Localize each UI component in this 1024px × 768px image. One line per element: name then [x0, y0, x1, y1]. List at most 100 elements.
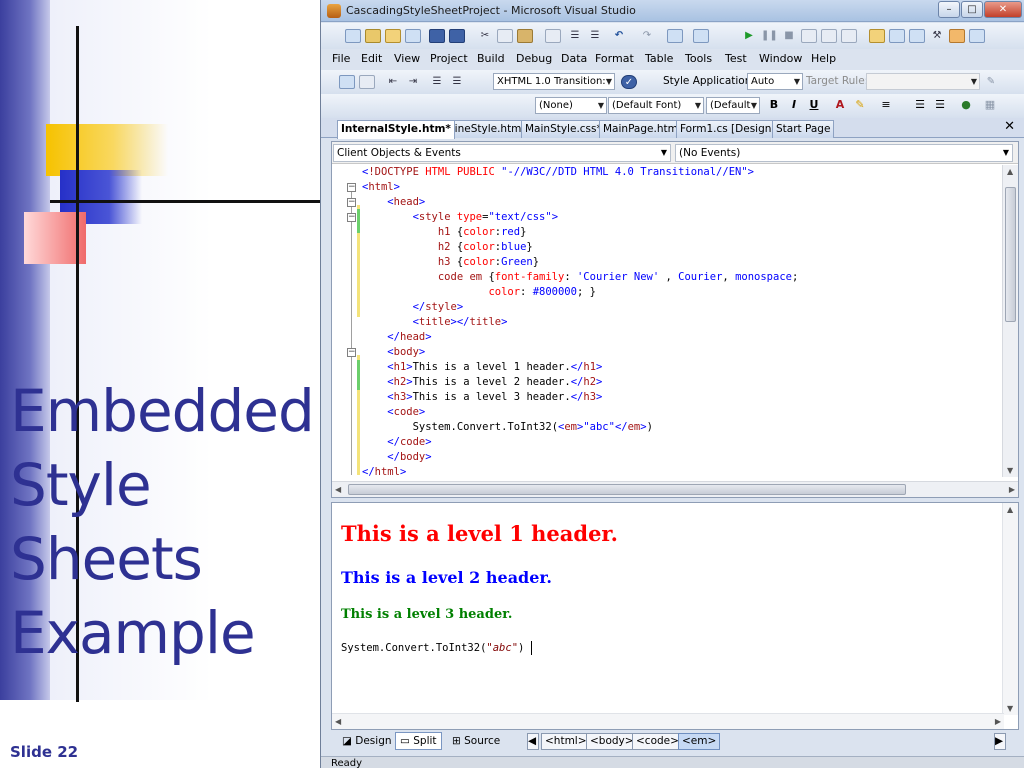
underline-button[interactable]: U [806, 97, 822, 113]
find-in-files-icon[interactable] [869, 29, 885, 43]
menu-project[interactable]: Project [430, 52, 468, 65]
bulleted-list-icon[interactable]: ☰ [932, 97, 948, 113]
justify-icon[interactable]: ≡ [878, 97, 894, 113]
menu-edit[interactable]: Edit [361, 52, 382, 65]
find-icon[interactable] [545, 29, 561, 43]
close-tab-icon[interactable]: ✕ [1004, 119, 1015, 134]
background-color-icon[interactable]: ✎ [852, 97, 868, 113]
new-project-icon[interactable] [345, 29, 361, 43]
step-into-icon[interactable] [801, 29, 817, 43]
source-editor[interactable]: Client Objects & Events ▼ (No Events) ▼ − … [331, 141, 1019, 498]
block-format-select[interactable]: (None) ▼ [535, 97, 607, 114]
new-style-icon[interactable]: ✎ [983, 75, 999, 89]
tag-nav-right-button[interactable]: ▶ [994, 733, 1006, 750]
tab-form1-design[interactable]: Form1.cs [Design] [676, 120, 780, 138]
doctype-select[interactable]: XHTML 1.0 Transition: ▼ [493, 73, 615, 90]
collapse-head-icon[interactable]: − [347, 198, 356, 207]
save-all-icon[interactable] [449, 29, 465, 43]
design-vertical-scrollbar[interactable]: ▲ ▼ [1002, 503, 1018, 715]
pause-icon[interactable]: ❚❚ [761, 29, 778, 43]
uncomment-icon[interactable]: ☰ [587, 29, 603, 43]
uncomment-lines-icon[interactable]: ☰ [449, 75, 465, 89]
tag-crumb-html[interactable]: <html> [541, 733, 591, 750]
tag-crumb-em[interactable]: <em> [678, 733, 721, 750]
collapse-body-icon[interactable]: − [347, 348, 356, 357]
start-page-icon[interactable] [969, 29, 985, 43]
comment-out-icon[interactable]: ☰ [429, 75, 445, 89]
menu-test[interactable]: Test [725, 52, 747, 65]
indent-icon[interactable]: ⇥ [405, 75, 421, 89]
navigate-backward-icon[interactable] [667, 29, 683, 43]
format-selection-icon[interactable] [359, 75, 375, 89]
style-application-select[interactable]: Auto ▼ [747, 73, 803, 90]
check-accessibility-icon[interactable]: ✓ [621, 75, 637, 89]
scroll-up-icon[interactable]: ▲ [1007, 505, 1013, 514]
scroll-up-icon[interactable]: ▲ [1007, 167, 1013, 176]
hyperlink-icon[interactable]: ● [958, 97, 974, 113]
tab-start-page[interactable]: Start Page [772, 120, 835, 138]
navigate-forward-icon[interactable] [693, 29, 709, 43]
copy-icon[interactable] [497, 29, 513, 43]
foreground-color-icon[interactable]: A [832, 97, 848, 113]
scroll-thumb[interactable] [348, 484, 906, 495]
target-rule-select[interactable]: ▼ [866, 73, 980, 90]
editor-vertical-scrollbar[interactable]: ▲ ▼ [1002, 165, 1018, 477]
undo-icon[interactable]: ↶ [611, 29, 627, 43]
source-view-button[interactable]: ⊞ Source [447, 732, 505, 750]
tab-mainpage[interactable]: MainPage.htm [599, 120, 682, 138]
step-over-icon[interactable] [821, 29, 837, 43]
menu-debug[interactable]: Debug [516, 52, 552, 65]
design-view[interactable]: This is a level 1 header. This is a leve… [331, 502, 1019, 730]
tab-internalstyle[interactable]: InternalStyle.htm* [337, 120, 455, 139]
client-objects-select[interactable]: Client Objects & Events ▼ [333, 144, 671, 162]
open-file-icon[interactable] [385, 29, 401, 43]
menu-window[interactable]: Window [759, 52, 802, 65]
step-out-icon[interactable] [841, 29, 857, 43]
redo-icon[interactable]: ↷ [639, 29, 655, 43]
comment-icon[interactable]: ☰ [567, 29, 583, 43]
editor-horizontal-scrollbar[interactable]: ◀ ▶ [332, 481, 1018, 497]
solution-explorer-icon[interactable] [889, 29, 905, 43]
events-select[interactable]: (No Events) ▼ [675, 144, 1013, 162]
format-document-icon[interactable] [339, 75, 355, 89]
code-area[interactable]: <!DOCTYPE HTML PUBLIC "-//W3C//DTD HTML … [360, 165, 998, 477]
properties-icon[interactable] [909, 29, 925, 43]
add-existing-icon[interactable] [405, 29, 421, 43]
outdent-icon[interactable]: ⇤ [385, 75, 401, 89]
font-name-select[interactable]: (Default Font) ▼ [608, 97, 704, 114]
collapse-html-icon[interactable]: − [347, 183, 356, 192]
scroll-left-icon[interactable]: ◀ [335, 485, 341, 494]
bold-button[interactable]: B [766, 97, 782, 113]
tag-crumb-code[interactable]: <code> [632, 733, 683, 750]
scroll-down-icon[interactable]: ▼ [1007, 466, 1013, 475]
insert-image-icon[interactable]: ▦ [982, 97, 998, 113]
toolbox-icon[interactable]: ⚒ [929, 29, 945, 43]
scroll-left-icon[interactable]: ◀ [335, 717, 341, 726]
menu-table[interactable]: Table [645, 52, 673, 65]
tab-mainstyle-css[interactable]: MainStyle.css* [521, 120, 606, 138]
scroll-thumb[interactable] [1005, 187, 1016, 322]
stop-icon[interactable]: ■ [781, 29, 797, 43]
maximize-button[interactable]: □ [961, 1, 983, 18]
scroll-down-icon[interactable]: ▼ [1007, 704, 1013, 713]
minimize-button[interactable]: – [938, 1, 960, 18]
start-debugging-icon[interactable]: ▶ [741, 29, 757, 43]
menu-build[interactable]: Build [477, 52, 505, 65]
scroll-right-icon[interactable]: ▶ [995, 717, 1001, 726]
tag-nav-left-button[interactable]: ◀ [527, 733, 539, 750]
save-icon[interactable] [429, 29, 445, 43]
paste-icon[interactable] [517, 29, 533, 43]
menu-data[interactable]: Data [561, 52, 587, 65]
font-size-select[interactable]: (Default ▼ [706, 97, 760, 114]
numbered-list-icon[interactable]: ☰ [912, 97, 928, 113]
italic-button[interactable]: I [786, 97, 802, 113]
tag-crumb-body[interactable]: <body> [586, 733, 638, 750]
scroll-right-icon[interactable]: ▶ [1009, 485, 1015, 494]
cut-icon[interactable]: ✂ [477, 29, 493, 43]
menu-tools[interactable]: Tools [685, 52, 712, 65]
menu-view[interactable]: View [394, 52, 420, 65]
split-view-button[interactable]: ▭ Split [395, 732, 442, 750]
add-item-icon[interactable] [365, 29, 381, 43]
object-browser-icon[interactable] [949, 29, 965, 43]
collapse-style-icon[interactable]: − [347, 213, 356, 222]
